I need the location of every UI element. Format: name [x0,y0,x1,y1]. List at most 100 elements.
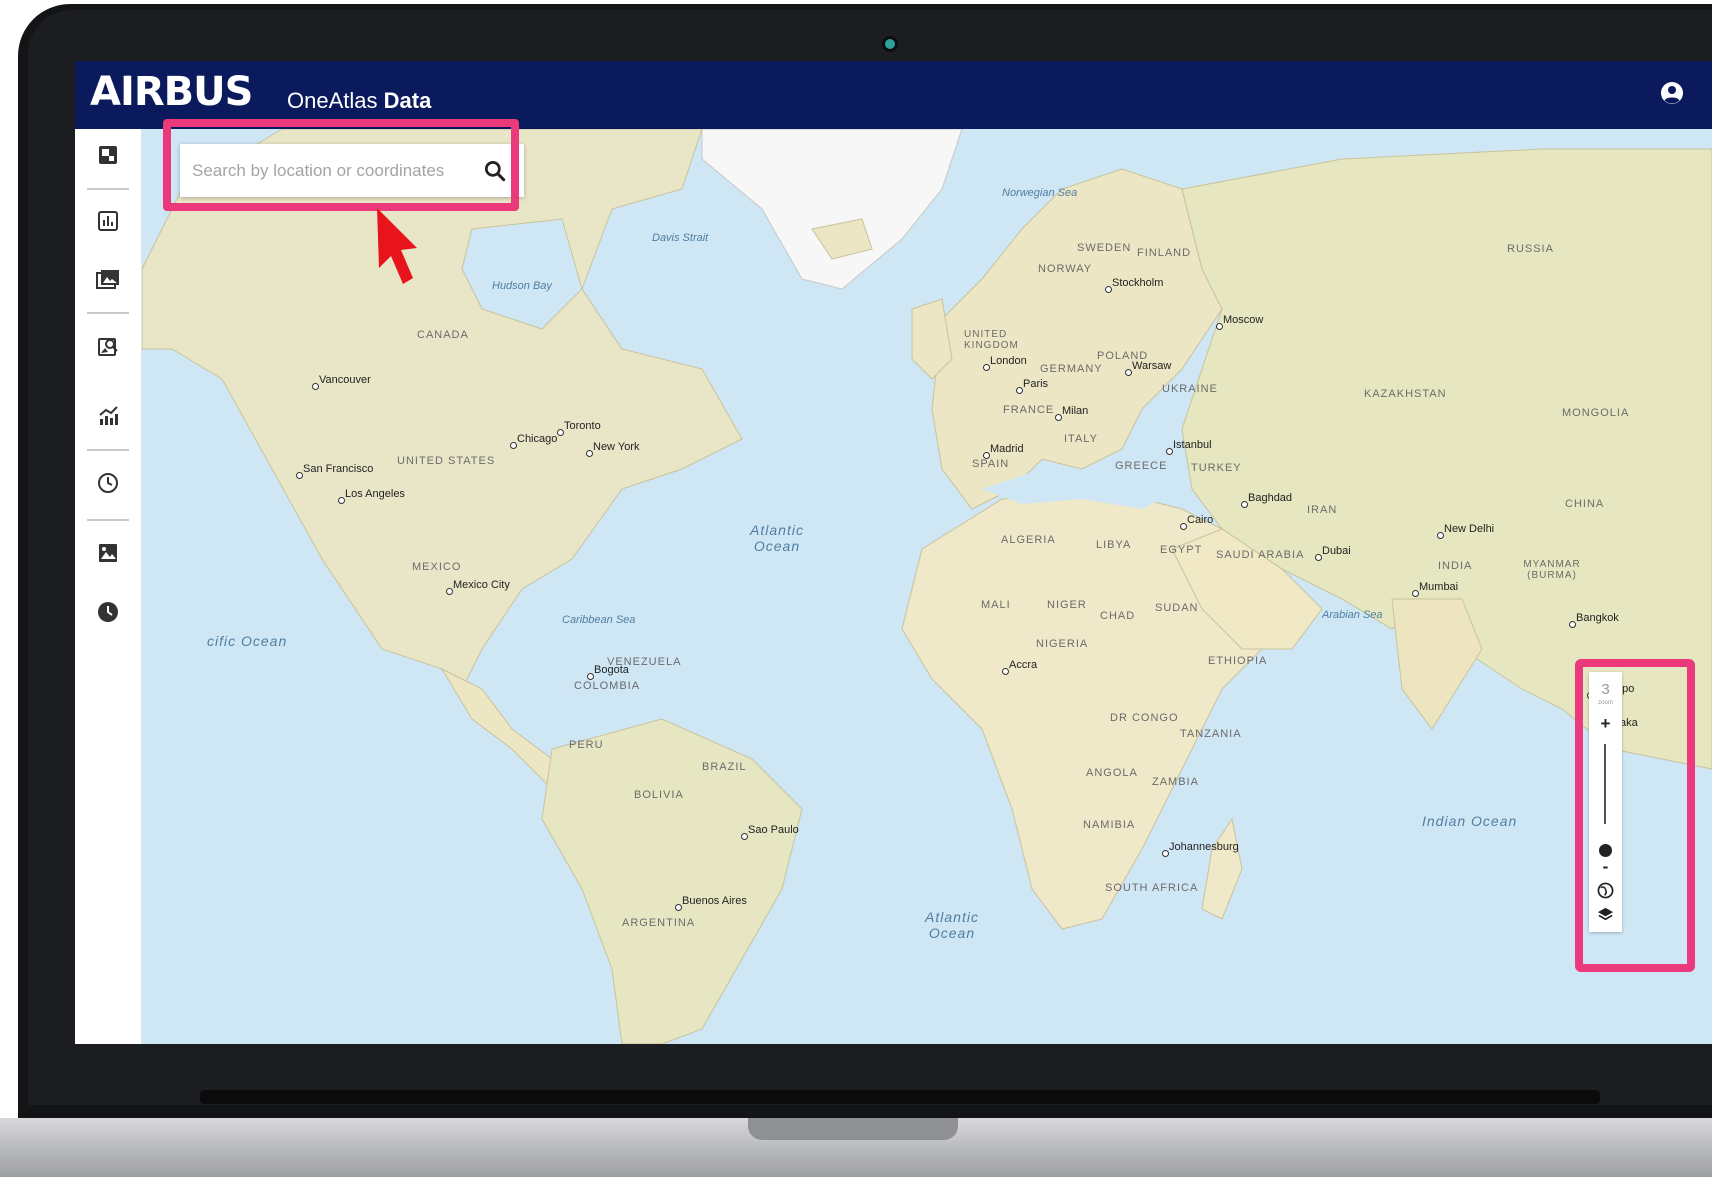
city-label: Toronto [557,420,601,436]
airbus-logo: AIRBUS [90,69,253,115]
laptop-frame: AIRBUS OneAtlas Data Norwegian Sea Davis… [0,0,1712,1177]
city-label: Los Angeles [338,488,405,504]
country-label: SUDAN [1155,602,1199,614]
laptop-hinge [200,1090,1600,1104]
country-label: NORWAY [1038,263,1093,275]
city-label: Vancouver [312,374,371,390]
country-label: SPAIN [972,458,1010,470]
sea-label: Caribbean Sea [562,614,636,626]
country-label: FRANCE [1003,404,1055,416]
city-label: San Francisco [295,463,374,479]
country-label: ZAMBIA [1152,776,1199,788]
city-label: Dubai [1315,545,1351,561]
country-label: NAMIBIA [1083,819,1136,831]
city-label: New York [585,441,640,457]
sidebar-divider [87,449,129,451]
product-prefix: OneAtlas [287,88,378,113]
country-label: GERMANY [1040,363,1103,375]
country-label: MONGOLIA [1562,407,1630,419]
ocean-label: Atlantic Ocean [750,522,804,554]
map-layers-icon[interactable] [95,142,121,168]
country-label: COLOMBIA [574,680,641,692]
city-label: Milan [1054,405,1089,421]
country-label: TURKEY [1191,462,1242,474]
sea-label: Hudson Bay [492,280,552,292]
country-label: GREECE [1115,460,1168,472]
country-label: CANADA [417,329,469,341]
country-label: MYANMAR (BURMA) [1523,559,1581,581]
country-label: ALGERIA [1001,534,1056,546]
ocean-label: cific Ocean [207,633,288,649]
city-label: Mumbai [1411,581,1459,597]
image-search-icon[interactable] [95,334,121,360]
country-label: ITALY [1064,433,1098,445]
country-label: SWEDEN [1077,242,1132,254]
city-label: Bogota [587,664,629,680]
bar-chart-icon[interactable] [95,208,121,234]
country-label: TANZANIA [1180,728,1242,740]
country-label: SOUTH AFRICA [1105,882,1199,894]
country-label: EGYPT [1160,544,1203,556]
city-label: Cairo [1179,514,1214,530]
zoom-highlight-box [1575,659,1695,972]
country-label: CHINA [1565,498,1605,510]
search-highlight-box [163,119,519,211]
history-icon[interactable] [95,470,121,496]
city-label: Istanbul [1166,439,1212,455]
country-label: RUSSIA [1507,243,1554,255]
country-label: INDIA [1438,560,1473,572]
country-label: NIGER [1047,599,1087,611]
sea-label: Norwegian Sea [1002,187,1078,199]
country-label: ETHIOPIA [1208,655,1268,667]
city-label: Buenos Aires [675,895,747,911]
image-icon[interactable] [95,540,121,566]
country-label: UNITED KINGDOM [964,329,1019,351]
country-label: BOLIVIA [634,789,684,801]
country-label: ARGENTINA [622,917,696,929]
city-label: Johannesburg [1162,841,1239,857]
country-label: UKRAINE [1162,383,1218,395]
country-label: IRAN [1307,504,1338,516]
city-label: Stockholm [1104,277,1164,293]
country-label: KAZAKHSTAN [1364,388,1447,400]
sidebar [75,129,142,1044]
sidebar-divider [87,188,129,190]
camera-icon [885,39,895,49]
city-label: Bangkok [1569,612,1619,628]
pointer-arrow-icon [377,208,417,284]
city-label: Moscow [1215,314,1264,330]
city-label: Sao Paulo [741,824,799,840]
country-label: ANGOLA [1086,767,1138,779]
city-label: Paris [1015,378,1049,394]
country-label: SAUDI ARABIA [1216,549,1305,561]
city-label: New Delhi [1436,523,1495,539]
country-label: NIGERIA [1036,638,1089,650]
app-screen: AIRBUS OneAtlas Data Norwegian Sea Davis… [75,61,1712,1044]
city-label: Madrid [983,443,1024,459]
sidebar-divider [87,312,129,314]
country-label: DR CONGO [1110,712,1179,724]
ocean-label: Atlantic Ocean [925,909,979,941]
clock-icon[interactable] [95,599,121,625]
account-circle-icon[interactable] [1660,81,1684,105]
country-label: LIBYA [1096,539,1132,551]
city-label: Baghdad [1240,492,1293,508]
analytics-icon[interactable] [95,403,121,429]
sea-label: Arabian Sea [1322,609,1383,621]
city-label: Accra [1001,659,1038,675]
city-label: London [983,355,1027,371]
country-label: CHAD [1100,610,1136,622]
country-label: PERU [569,739,604,751]
laptop-base-notch [748,1118,958,1140]
ocean-label: Indian Ocean [1422,813,1518,829]
product-name: OneAtlas Data [287,88,431,114]
country-label: FINLAND [1137,247,1192,259]
image-gallery-icon[interactable] [95,267,121,293]
city-label: Mexico City [446,579,510,595]
product-suffix: Data [383,88,432,113]
city-label: Warsaw [1124,360,1172,376]
city-label: Chicago [509,433,558,449]
country-label: MEXICO [412,561,462,573]
country-label: UNITED STATES [397,455,496,467]
country-label: BRAZIL [702,761,747,773]
